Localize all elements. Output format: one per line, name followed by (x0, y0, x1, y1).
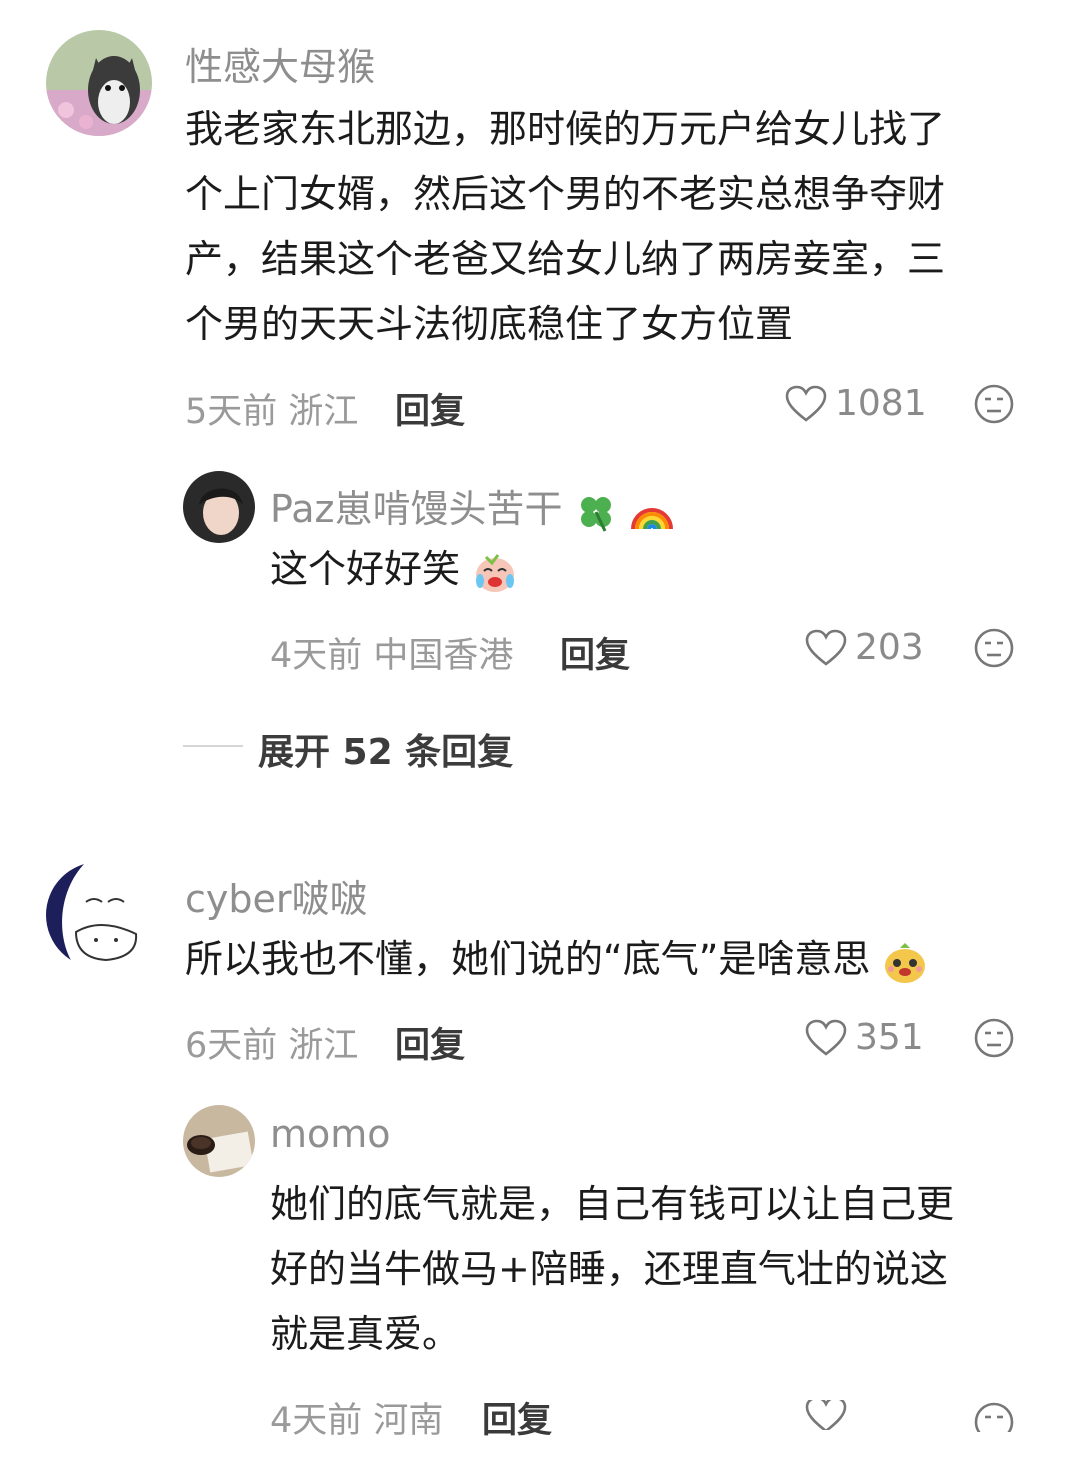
reply-button[interactable]: 回复 (482, 1392, 552, 1443)
like-button[interactable]: 1081 (785, 383, 927, 424)
meh-face-icon (974, 384, 1014, 424)
heart-icon (785, 385, 827, 422)
cat-sketch-icon (46, 862, 152, 968)
meh-face-icon (974, 628, 1014, 668)
comment-text: 她们的底气就是，自己有钱可以让自己更 好的当牛做马+陪睡，还理直气壮的说这 就是… (270, 1172, 1055, 1367)
comment-text: 这个好好笑 (270, 537, 518, 602)
coffee-book-icon (183, 1105, 255, 1177)
heart-icon (805, 1400, 847, 1430)
comment-text-line: 她们的底气就是，自己有钱可以让自己更 (270, 1182, 955, 1226)
like-button[interactable] (805, 1400, 847, 1430)
comment-meta: 4天前 河南 (270, 1392, 443, 1443)
laugh-cry-icon (476, 553, 515, 592)
dislike-button[interactable] (974, 628, 1014, 672)
comment-text-line: 个男的天天斗法彻底稳住了女方位置 (185, 302, 794, 346)
comment-text-line: 我老家东北那边，那时候的万元户给女儿找了 (185, 107, 946, 151)
meh-face-icon (974, 1402, 1014, 1432)
cute-face-icon (885, 942, 926, 983)
avatar[interactable] (46, 862, 152, 968)
avatar[interactable] (46, 30, 152, 136)
comment-time: 5天前 (185, 392, 278, 432)
username-text: Paz崽啃馒头苦干 (270, 487, 563, 531)
comment-username[interactable]: momo (270, 1112, 391, 1156)
heart-icon (805, 629, 847, 666)
comment-text-span: 所以我也不懂，她们说的“底气”是啥意思 (185, 937, 871, 981)
comment-text-span: 这个好好笑 (270, 547, 461, 591)
four-leaf-clover-icon (580, 496, 611, 532)
dislike-button[interactable] (974, 384, 1014, 428)
reply-button[interactable]: 回复 (395, 383, 465, 434)
comment-text: 我老家东北那边，那时候的万元户给女儿找了 个上门女婿，然后这个男的不老实总想争夺… (185, 97, 1055, 357)
expand-divider (183, 745, 243, 747)
reply-button[interactable]: 回复 (560, 627, 630, 678)
comment-username[interactable]: Paz崽啃馒头苦干 (270, 478, 675, 533)
rainbow-icon (630, 507, 673, 529)
like-count: 1081 (835, 383, 927, 424)
comment-username[interactable]: 性感大母猴 (185, 36, 375, 91)
heart-icon (805, 1019, 847, 1056)
comment-location: 河南 (373, 1401, 444, 1441)
comment-meta: 5天前 浙江 (185, 383, 358, 434)
person-icon (183, 471, 255, 543)
comment-text-line: 好的当牛做马+陪睡，还理直气壮的说这 (270, 1247, 948, 1291)
like-count: 203 (855, 627, 924, 668)
avatar[interactable] (183, 1105, 255, 1177)
avatar[interactable] (183, 471, 255, 543)
comment-text: 所以我也不懂，她们说的“底气”是啥意思 (185, 927, 928, 992)
comment-location: 浙江 (288, 1026, 359, 1066)
like-button[interactable]: 351 (805, 1017, 924, 1058)
comment-meta: 4天前 中国香港 (270, 627, 513, 678)
dislike-button[interactable] (974, 1018, 1014, 1062)
husky-dog-icon (46, 30, 152, 136)
comment-time: 4天前 (270, 636, 363, 676)
comment-text-line: 产，结果这个老爸又给女儿纳了两房妾室，三 (185, 237, 946, 281)
like-count: 351 (855, 1017, 924, 1058)
dislike-button[interactable] (974, 1402, 1014, 1432)
comment-location: 浙江 (288, 392, 359, 432)
comment-meta: 6天前 浙江 (185, 1017, 358, 1068)
comment-username[interactable]: cyber啵啵 (185, 868, 368, 923)
comment-text-line: 个上门女婿，然后这个男的不老实总想争夺财 (185, 172, 946, 216)
expand-replies-button[interactable]: 展开 52 条回复 (258, 723, 513, 775)
comment-text-line: 就是真爱。 (270, 1312, 461, 1356)
like-button[interactable]: 203 (805, 627, 924, 668)
comment-time: 4天前 (270, 1401, 363, 1441)
meh-face-icon (974, 1018, 1014, 1058)
comment-location: 中国香港 (373, 636, 514, 676)
comment-time: 6天前 (185, 1026, 278, 1066)
reply-button[interactable]: 回复 (395, 1017, 465, 1068)
